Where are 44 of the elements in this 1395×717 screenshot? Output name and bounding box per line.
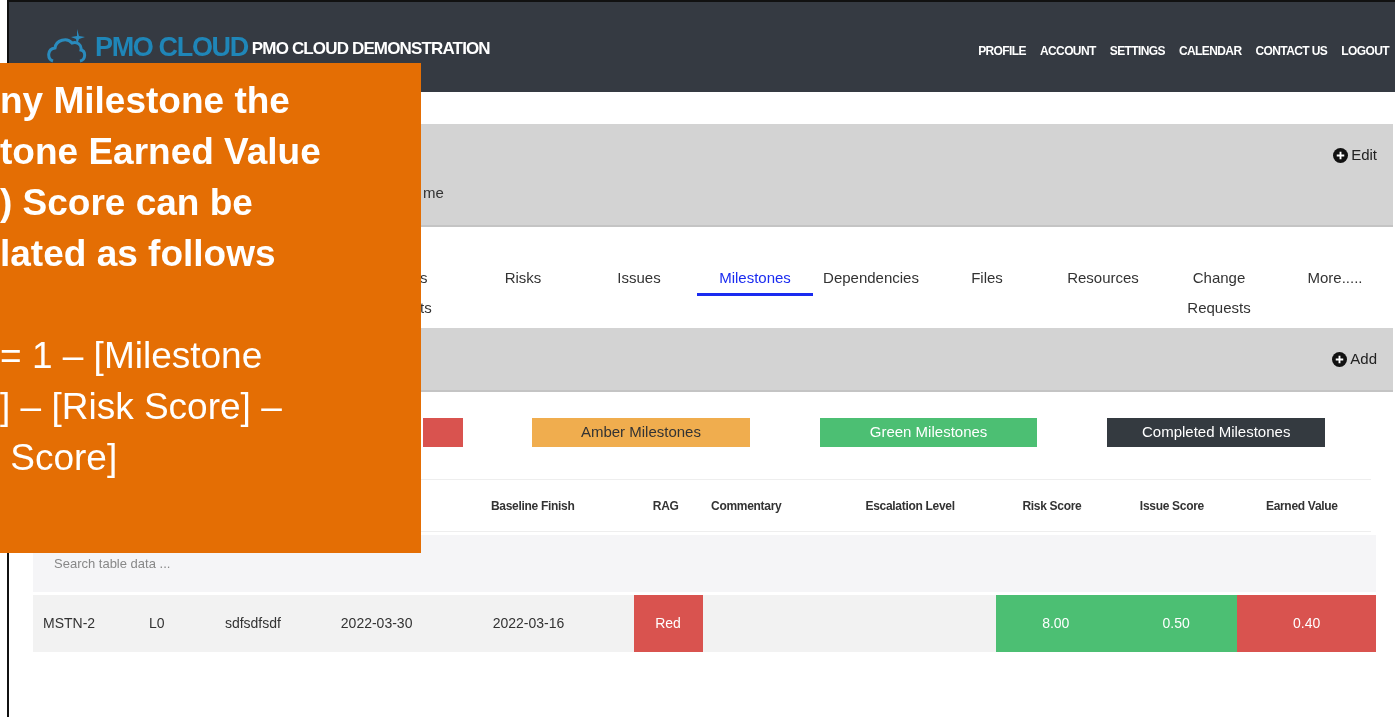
tab[interactable]: Milestones: [697, 263, 813, 296]
table-cell-text: sdfsdfsdf: [223, 614, 282, 633]
edit-button[interactable]: Edit: [1333, 144, 1377, 167]
table-cell: 0.40: [1237, 595, 1377, 652]
app-title: PMO CLOUD DEMONSTRATION: [251, 38, 490, 61]
add-button[interactable]: Add: [1332, 348, 1377, 371]
table-cell-text: 2022-03-16: [491, 614, 566, 633]
nav-link[interactable]: CALENDAR: [1178, 42, 1242, 60]
tab[interactable]: More.....: [1277, 263, 1393, 296]
column-header: Earned Value: [1264, 497, 1339, 514]
search-field[interactable]: Search table data ...: [33, 535, 1376, 592]
column-header: Baseline Finish: [489, 497, 576, 514]
tab[interactable]: Files: [929, 263, 1045, 296]
filter-button[interactable]: Completed Milestones: [1107, 418, 1325, 447]
tab[interactable]: Change Requests: [1161, 263, 1277, 326]
filter-button[interactable]: Amber Milestones: [532, 418, 750, 447]
nav-link[interactable]: PROFILE: [978, 42, 1026, 60]
nav-link[interactable]: CONTACT US: [1255, 42, 1328, 60]
plus-circle-icon: [1333, 147, 1349, 163]
column-header: Risk Score: [1021, 497, 1083, 514]
column-header: Commentary: [710, 497, 783, 514]
filter-button[interactable]: [423, 418, 464, 447]
nav-link[interactable]: LOGOUT: [1341, 42, 1389, 60]
table-cell: Red: [633, 595, 703, 652]
tab[interactable]: Risks: [465, 263, 581, 296]
table-cell-text: 2022-03-30: [339, 614, 414, 633]
table-cell-text: L0: [147, 614, 166, 633]
tab[interactable]: Dependencies: [813, 263, 929, 296]
callout-formula: = 1 – [Milestone ] – [Risk Score] – Score]: [0, 334, 283, 480]
tab[interactable]: Issues: [581, 263, 697, 296]
table-cell: 0.50: [1115, 595, 1238, 652]
plus-circle-icon: [1332, 351, 1348, 367]
column-header: Issue Score: [1138, 497, 1205, 514]
logo-text: PMO CLOUD: [95, 30, 248, 64]
project-name-text: me: [423, 182, 444, 203]
column-header: Escalation Level: [864, 497, 956, 514]
nav-link[interactable]: SETTINGS: [1109, 42, 1165, 60]
table-cell: 8.00: [996, 595, 1116, 652]
callout-heading: ny Milestone the tone Earned Value ) Score can be lated as follows: [0, 79, 322, 276]
tab[interactable]: Resources: [1045, 263, 1161, 296]
nav-link[interactable]: ACCOUNT: [1039, 42, 1096, 60]
column-header: RAG: [651, 497, 680, 514]
table-cell-text: MSTN-2: [42, 614, 97, 633]
tab[interactable]: s ts: [420, 263, 465, 323]
